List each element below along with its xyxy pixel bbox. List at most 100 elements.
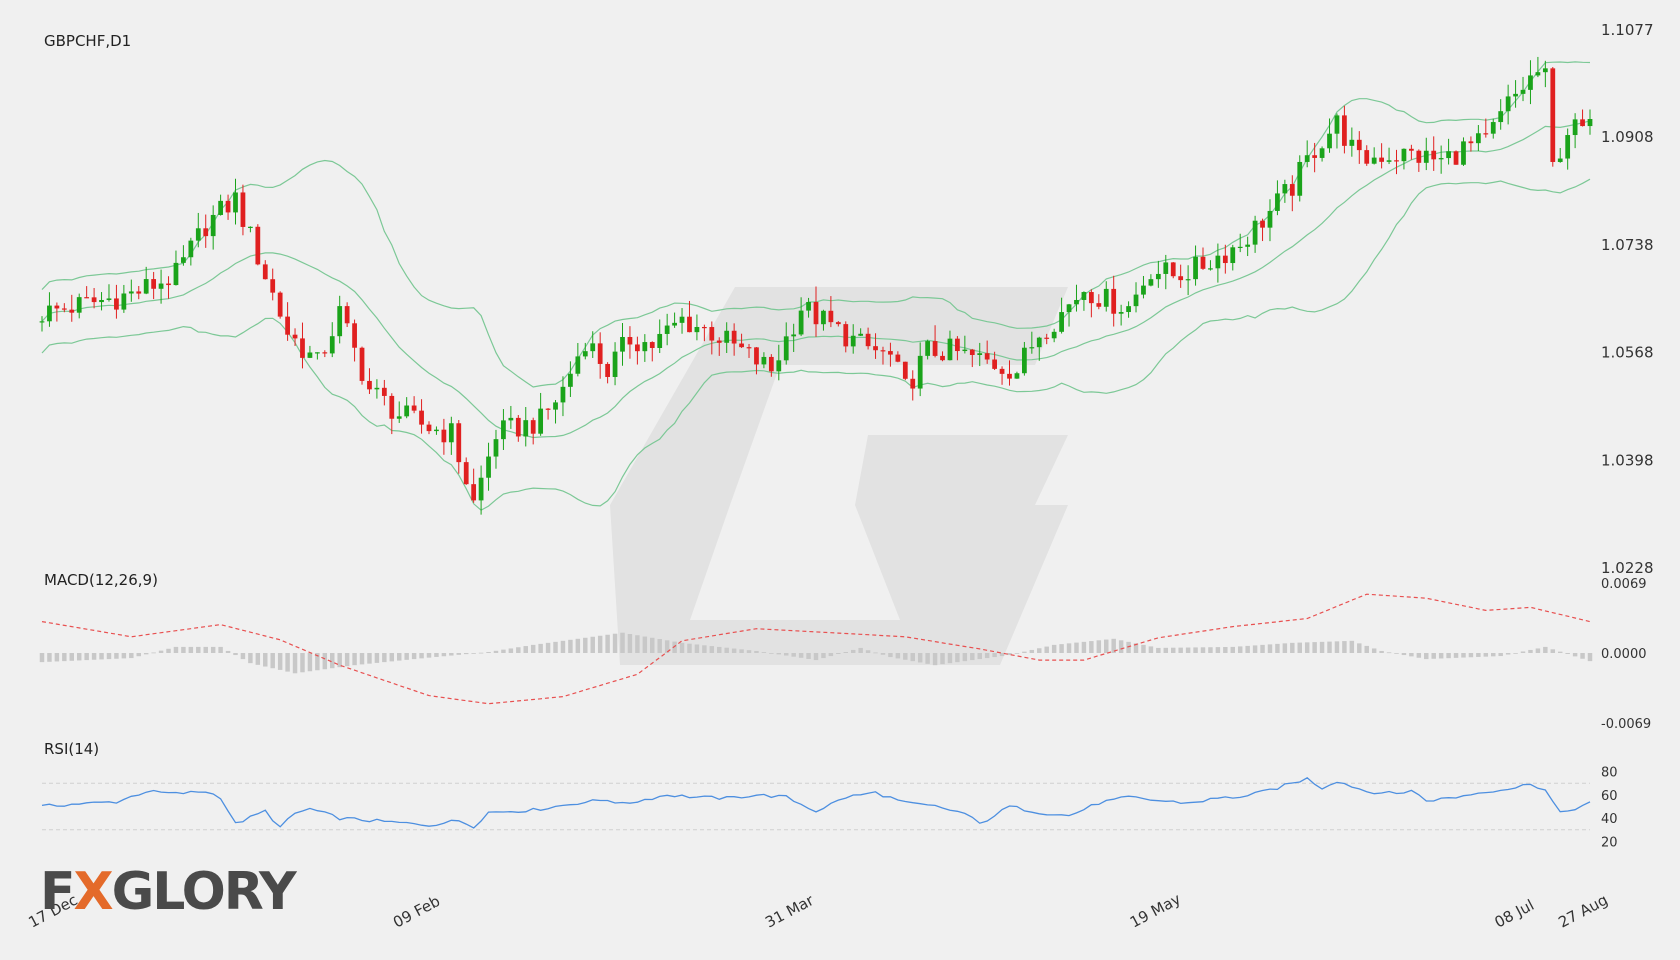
macd-histogram-bar	[121, 653, 127, 659]
macd-histogram-bar	[858, 647, 863, 653]
candle	[441, 418, 447, 455]
macd-tick-label: 0.0000	[1601, 647, 1647, 662]
candle	[1289, 175, 1295, 212]
candle	[359, 346, 365, 385]
candle-body	[1275, 193, 1280, 211]
candle-body	[1550, 68, 1556, 162]
candle	[1260, 218, 1265, 242]
macd-histogram-bar	[501, 649, 506, 653]
candle	[233, 178, 238, 225]
price-tick-label: 1.0568	[1601, 344, 1654, 362]
candle-body	[1200, 256, 1206, 269]
macd-histogram-bar	[1550, 649, 1556, 653]
candle	[337, 295, 343, 344]
macd-histogram-bar	[39, 653, 45, 663]
candle-body	[181, 257, 186, 263]
candle	[1349, 127, 1355, 157]
candle	[195, 212, 201, 248]
macd-histogram-bar	[1178, 647, 1183, 653]
candle-body	[612, 351, 618, 377]
macd-histogram-bar	[798, 653, 804, 658]
macd-histogram-bar	[1357, 643, 1362, 653]
candle	[218, 194, 223, 216]
macd-histogram-bar	[322, 653, 328, 670]
candle	[1066, 303, 1072, 327]
candle	[1461, 137, 1466, 166]
candle	[1587, 109, 1593, 135]
candle	[590, 331, 596, 358]
macd-histogram-bar	[411, 653, 417, 660]
candle-body	[701, 326, 707, 329]
candle	[1304, 140, 1310, 168]
candle-body	[1416, 150, 1422, 163]
rsi-tick-label: 60	[1601, 789, 1618, 804]
macd-histogram-bar	[233, 653, 238, 656]
candle	[1275, 180, 1280, 216]
candle	[1550, 66, 1556, 167]
macd-histogram-bar	[1364, 645, 1369, 653]
macd-histogram-bar	[344, 653, 350, 667]
macd-histogram-bar	[1505, 653, 1511, 655]
candle	[292, 328, 298, 346]
candle-body	[367, 380, 372, 390]
candle	[1431, 136, 1437, 171]
candle-body	[1312, 155, 1318, 158]
candle	[620, 322, 625, 366]
candle	[367, 368, 372, 394]
macd-histogram-bar	[992, 653, 997, 658]
candle-body	[1289, 184, 1295, 196]
macd-histogram-bar	[635, 635, 640, 653]
candle-body	[1066, 304, 1072, 313]
macd-histogram-bar	[1312, 642, 1317, 653]
candle-body	[843, 324, 849, 347]
macd-histogram-bar	[1252, 645, 1258, 653]
candle	[463, 457, 469, 485]
macd-histogram-bar	[1438, 653, 1444, 659]
candle-body	[434, 429, 439, 432]
candle-body	[1059, 312, 1064, 332]
macd-histogram-bar	[1118, 640, 1124, 653]
candle-body	[493, 439, 499, 457]
candle-body	[1103, 288, 1109, 307]
candle	[248, 226, 253, 233]
macd-histogram-bar	[1342, 641, 1347, 653]
candle	[605, 362, 610, 384]
price-tick-label: 1.0228	[1601, 559, 1654, 577]
candle	[128, 279, 134, 302]
candle-body	[783, 336, 789, 361]
candle	[1103, 281, 1109, 312]
macd-histogram-bar	[203, 646, 208, 653]
candle	[1185, 265, 1191, 296]
macd-histogram-bar	[1148, 646, 1154, 653]
candle-body	[47, 305, 52, 322]
macd-histogram-bar	[1245, 645, 1250, 653]
macd-histogram-bar	[248, 653, 253, 664]
macd-histogram-bar	[850, 649, 856, 653]
candle	[538, 392, 544, 436]
candle-body	[285, 316, 290, 335]
candle	[1208, 260, 1213, 271]
candle-body	[620, 336, 625, 352]
macd-histogram-bar	[1163, 647, 1169, 653]
candle-body	[1379, 157, 1384, 162]
macd-histogram-bar	[129, 653, 134, 659]
macd-histogram-bar	[910, 653, 915, 662]
candle	[1423, 137, 1429, 171]
candle-body	[635, 344, 640, 352]
candle	[664, 313, 670, 346]
candle	[1386, 147, 1392, 165]
macd-histogram-bar	[99, 653, 104, 660]
candle	[166, 276, 171, 299]
macd-histogram-bar	[285, 653, 290, 672]
macd-histogram-bar	[240, 653, 246, 660]
macd-histogram-bar	[508, 648, 514, 653]
candle-body	[761, 356, 767, 365]
candle	[1200, 247, 1206, 270]
macd-histogram-bar	[724, 647, 729, 653]
candle	[1371, 147, 1377, 165]
candle	[1535, 56, 1541, 78]
candle	[136, 285, 142, 300]
macd-histogram-bar	[151, 652, 156, 654]
candle-body	[240, 192, 246, 227]
candle	[493, 429, 499, 469]
